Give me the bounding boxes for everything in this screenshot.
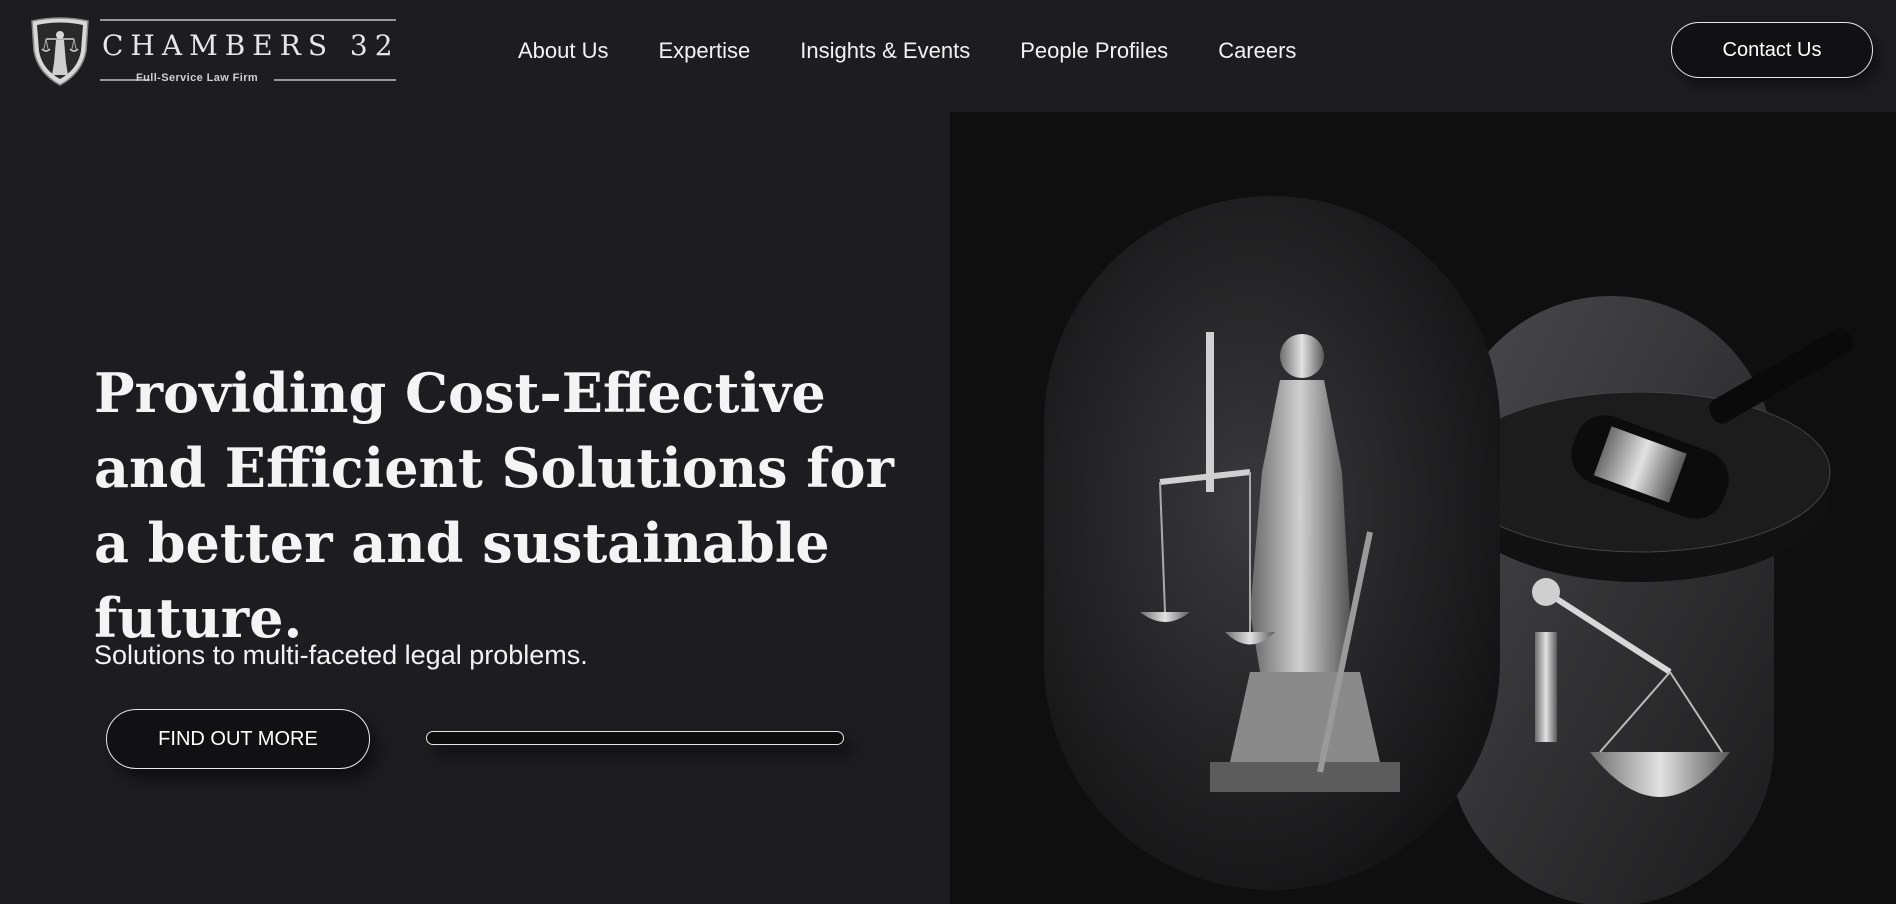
hero-illustration xyxy=(1044,196,1854,904)
contact-us-button[interactable]: Contact Us xyxy=(1671,22,1873,78)
site-header: CHAMBERS 32 Full-Service Law Firm About … xyxy=(0,0,1896,112)
logo-rule xyxy=(100,19,396,21)
lady-justice-shield-icon xyxy=(31,17,89,86)
brand-logo[interactable]: CHAMBERS 32 Full-Service Law Firm xyxy=(28,17,396,87)
hero-subtitle: Solutions to multi-faceted legal problem… xyxy=(94,640,588,670)
hero-title: Providing Cost-Effective and Efficient S… xyxy=(94,361,894,650)
hero-image xyxy=(950,112,1896,904)
nav-item-careers[interactable]: Careers xyxy=(1218,38,1296,64)
nav-item-expertise[interactable]: Expertise xyxy=(659,38,751,64)
nav-item-about-us[interactable]: About Us xyxy=(518,38,609,64)
brand-name: CHAMBERS 32 xyxy=(102,29,400,62)
slider-progress-bar[interactable] xyxy=(426,731,844,745)
brand-tagline: Full-Service Law Firm xyxy=(136,72,259,84)
nav-item-insights-events[interactable]: Insights & Events xyxy=(800,38,970,64)
logo-rule xyxy=(274,79,396,81)
nav-item-people-profiles[interactable]: People Profiles xyxy=(1020,38,1168,64)
find-out-more-button[interactable]: FIND OUT MORE xyxy=(106,709,370,769)
main-nav: About Us Expertise Insights & Events Peo… xyxy=(518,38,1296,64)
